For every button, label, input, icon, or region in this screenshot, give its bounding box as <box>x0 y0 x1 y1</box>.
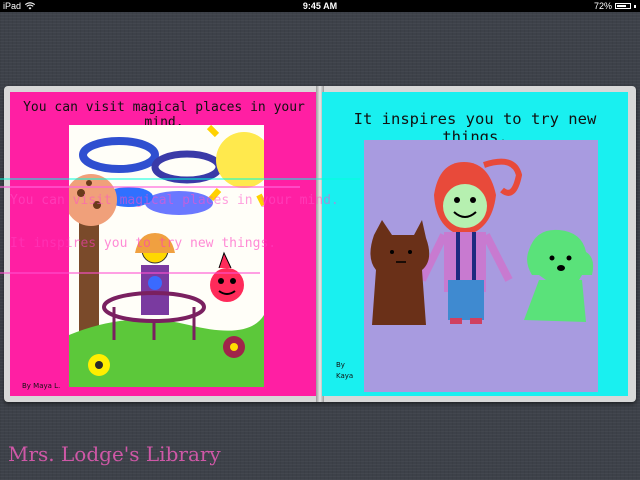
right-byline-by: By <box>336 361 345 369</box>
glitch-line <box>0 272 260 274</box>
ghost-text-line2: It inspires you to try new things. <box>10 236 277 251</box>
ghost-text-line1: You can visit magical places in your min… <box>10 193 339 208</box>
right-page-byline: By Kaya <box>336 360 353 382</box>
status-time: 9:45 AM <box>302 1 338 11</box>
battery-tip <box>634 4 636 8</box>
status-right: 72% <box>594 0 636 12</box>
library-title: Mrs. Lodge's Library <box>8 442 221 466</box>
battery-percent: 72% <box>593 1 612 11</box>
right-page-drawing <box>364 140 598 392</box>
glitch-line <box>0 178 360 180</box>
right-page[interactable]: It inspires you to try new things. By Ka… <box>322 92 628 396</box>
left-page-byline: By Maya L. <box>22 382 61 390</box>
right-byline-name: Kaya <box>336 372 354 380</box>
status-bar: iPad 9:45 AM 72% <box>0 0 640 12</box>
battery-icon <box>615 3 631 9</box>
left-page-drawing <box>69 125 264 387</box>
glitch-line <box>0 186 300 188</box>
battery-level <box>617 5 626 7</box>
